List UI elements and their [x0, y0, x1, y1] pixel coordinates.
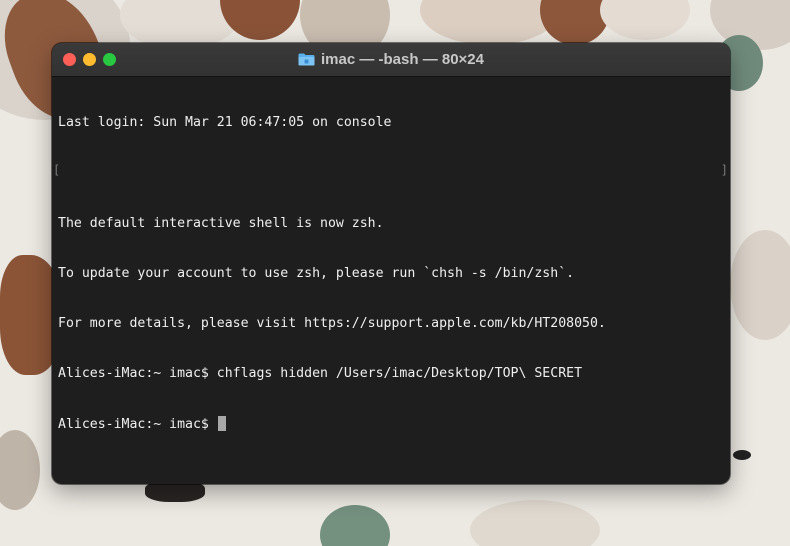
terminal-line: Alices-iMac:~ imac$ chflags hidden /User… [58, 365, 583, 381]
terminal-window: imac — -bash — 80×24 Last login: Sun Mar… [52, 43, 730, 484]
window-title: imac — -bash — 80×24 [52, 43, 730, 76]
window-title-text: imac — -bash — 80×24 [321, 51, 484, 68]
terminal-output[interactable]: Last login: Sun Mar 21 06:47:05 on conso… [52, 77, 730, 471]
folder-icon [298, 53, 315, 66]
shell-prompt: Alices-iMac:~ imac$ [58, 416, 217, 432]
title-bar[interactable]: imac — -bash — 80×24 [52, 43, 730, 77]
terminal-line: For more details, please visit https://s… [58, 315, 606, 331]
terminal-line: Last login: Sun Mar 21 06:47:05 on conso… [58, 115, 392, 131]
text-cursor [217, 415, 226, 431]
terminal-line: The default interactive shell is now zsh… [58, 215, 384, 231]
terminal-line: To update your account to use zsh, pleas… [58, 265, 575, 281]
mark-bracket-left: [ [53, 163, 61, 177]
prompt-line[interactable]: Alices-iMac:~ imac$ [58, 415, 724, 433]
mark-bracket-right: ] [720, 163, 728, 177]
